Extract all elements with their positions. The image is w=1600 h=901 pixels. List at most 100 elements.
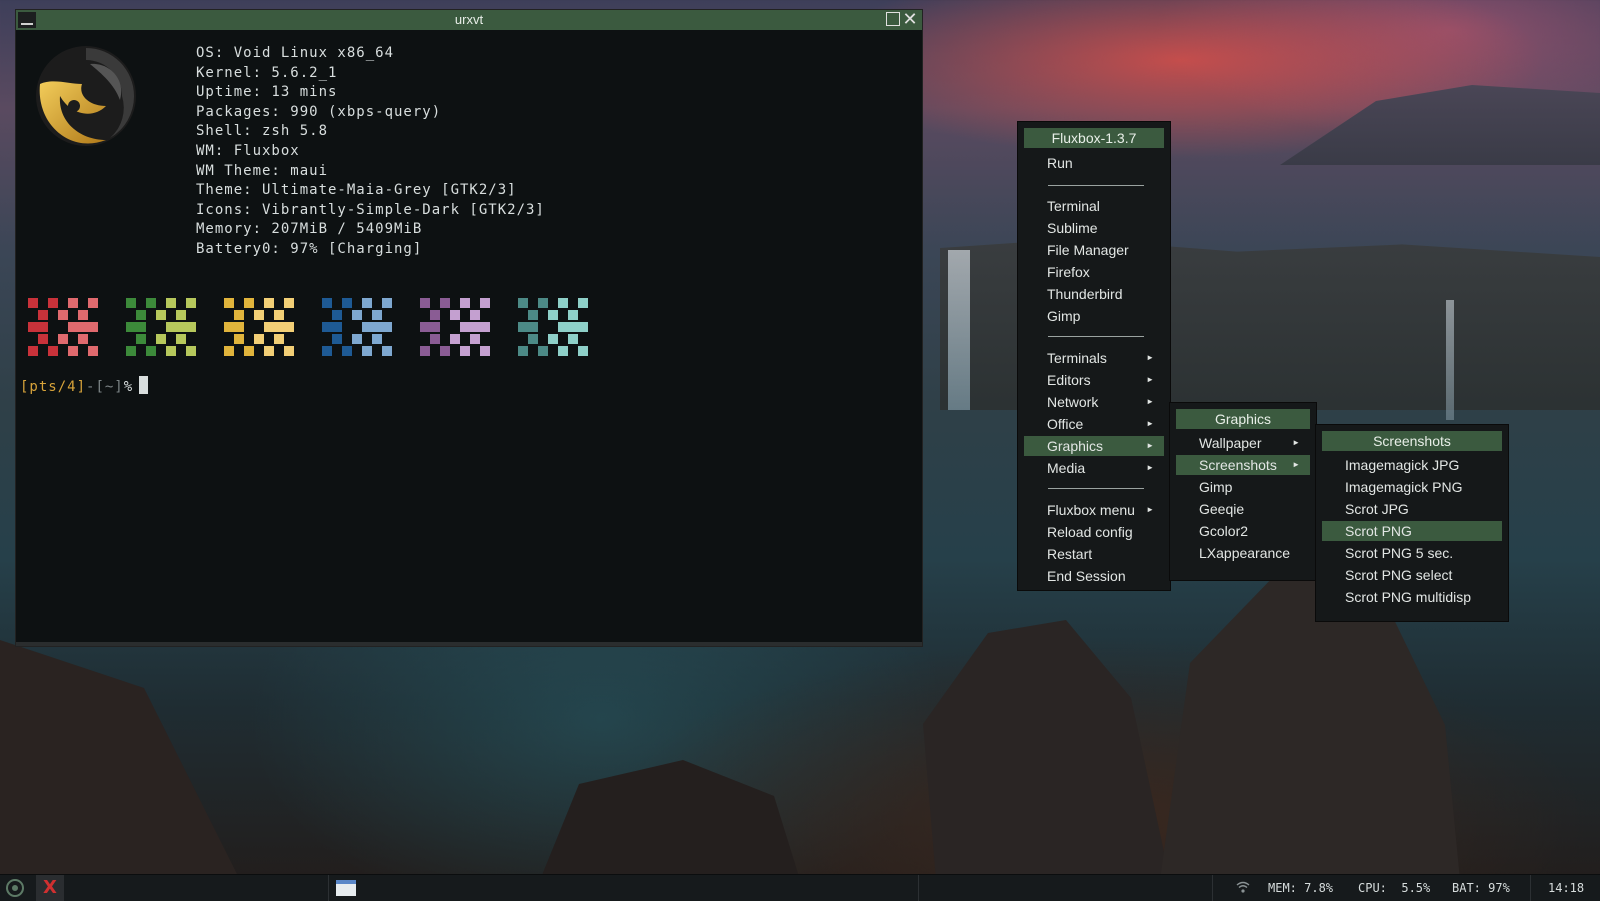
terminal-task-icon[interactable] [336,880,356,896]
color-swatch-cell [264,298,274,308]
color-swatch-cell [352,334,362,344]
menu-item-office[interactable]: Office ► [1024,414,1164,434]
menu-item-terminal[interactable]: Terminal [1024,196,1164,216]
color-swatch-cell [342,298,352,308]
color-swatch-cell [78,334,88,344]
menu-item-scrot-png[interactable]: Scrot PNG [1322,521,1502,541]
wallpaper-waterfall [948,250,970,410]
menu-item-terminals[interactable]: Terminals ► [1024,348,1164,368]
color-swatch-cell [460,298,470,308]
menu-item-imagemagick-jpg[interactable]: Imagemagick JPG [1322,455,1502,475]
info-line: Packages: 990 (xbps-query) [196,103,442,120]
color-swatch-cell [186,298,196,308]
color-swatch-cell [440,346,450,356]
color-swatch-cell [528,334,538,344]
color-swatch-cell [568,322,578,332]
color-swatch-cell [382,346,392,356]
color-swatch-cell [68,322,78,332]
shell-prompt[interactable]: [pts/4]-[~]% [20,376,149,395]
menu-item-lxappearance[interactable]: LXappearance [1176,543,1310,563]
color-swatch-cell [558,346,568,356]
x-workspace-icon[interactable]: X [36,875,64,901]
color-swatch-cell [372,334,382,344]
root-menu[interactable]: Fluxbox-1.3.7 Run Terminal Sublime File … [1018,122,1170,590]
color-swatch-cell [38,334,48,344]
prompt-tty: [pts/4] [20,379,87,395]
info-line: Kernel: 5.6.2_1 [196,64,338,81]
terminal-titlebar[interactable]: urxvt ✕ [16,10,922,30]
menu-item-label: Media [1047,460,1086,476]
submenu-arrow-icon: ► [1146,375,1154,384]
menu-item-sublime[interactable]: Sublime [1024,218,1164,238]
menu-item-end-session[interactable]: End Session [1024,566,1164,586]
menu-item-media[interactable]: Media ► [1024,458,1164,478]
color-swatch-cell [578,346,588,356]
info-line: Shell: zsh 5.8 [196,123,329,140]
root-menu-title: Fluxbox-1.3.7 [1024,128,1164,148]
screenshots-submenu[interactable]: Screenshots Imagemagick JPG Imagemagick … [1316,425,1508,621]
color-swatch [420,298,490,358]
menu-item-geeqie[interactable]: Geeqie [1176,499,1310,519]
color-swatch-cell [274,322,284,332]
menu-item-gcolor2[interactable]: Gcolor2 [1176,521,1310,541]
maximize-button[interactable] [886,12,900,26]
color-swatch-cell [88,322,98,332]
menu-item-firefox[interactable]: Firefox [1024,262,1164,282]
menu-item-screenshots[interactable]: Screenshots ► [1176,455,1310,475]
menu-item-file-manager[interactable]: File Manager [1024,240,1164,260]
menu-item-label: Wallpaper [1199,435,1262,451]
menu-item-gimp[interactable]: Gimp [1176,477,1310,497]
menu-item-scrot-png-5-sec[interactable]: Scrot PNG 5 sec. [1322,543,1502,563]
menu-item-scrot-png-multidisp[interactable]: Scrot PNG multidisp [1322,587,1502,607]
void-menu-icon[interactable] [6,879,24,897]
color-swatch-cell [234,310,244,320]
color-swatch-cell [58,310,68,320]
color-swatch-cell [78,322,88,332]
color-swatch-cell [28,346,38,356]
menu-item-run[interactable]: Run [1024,153,1164,173]
terminal-window[interactable]: urxvt ✕ OS: Void Linux x86_64 Kernel: 5.… [16,10,922,646]
graphics-submenu[interactable]: Graphics Wallpaper ► Screenshots ► Gimp Ge… [1170,403,1316,580]
menu-item-gimp[interactable]: Gimp [1024,306,1164,326]
color-swatch-cell [470,334,480,344]
menu-item-thunderbird[interactable]: Thunderbird [1024,284,1164,304]
menu-item-restart[interactable]: Restart [1024,544,1164,564]
menu-item-scrot-jpg[interactable]: Scrot JPG [1322,499,1502,519]
color-swatch-cell [284,322,294,332]
color-swatch-cell [450,310,460,320]
close-button[interactable]: ✕ [901,10,919,30]
menu-item-scrot-png-select[interactable]: Scrot PNG select [1322,565,1502,585]
color-swatch-cell [538,298,548,308]
color-swatch-cell [88,346,98,356]
submenu-arrow-icon: ► [1146,505,1154,514]
color-swatch-cell [322,298,332,308]
submenu-arrow-icon: ► [1292,460,1300,469]
prompt-symbol: % [123,379,134,395]
menu-item-network[interactable]: Network ► [1024,392,1164,412]
menu-item-reload-config[interactable]: Reload config [1024,522,1164,542]
window-resize-handle[interactable] [16,642,922,646]
color-swatch-cell [78,310,88,320]
color-swatch-cell [548,310,558,320]
menu-item-editors[interactable]: Editors ► [1024,370,1164,390]
color-swatch-cell [372,322,382,332]
color-swatch-cell [352,310,362,320]
menu-item-fluxbox-menu[interactable]: Fluxbox menu ► [1024,500,1164,520]
color-swatch-cell [166,322,176,332]
color-swatch-cell [68,298,78,308]
menu-item-label: Fluxbox menu [1047,502,1135,518]
terminal-content[interactable]: OS: Void Linux x86_64 Kernel: 5.6.2_1 Up… [16,30,922,642]
menu-item-wallpaper[interactable]: Wallpaper ► [1176,433,1310,453]
submenu-arrow-icon: ► [1146,441,1154,450]
color-swatch-cell [578,322,588,332]
color-swatch-cell [48,346,58,356]
color-swatch-cell [578,298,588,308]
menu-item-graphics[interactable]: Graphics ► [1024,436,1164,456]
color-swatch-cell [440,298,450,308]
color-swatch-cell [362,298,372,308]
color-swatch [518,298,588,358]
info-line: WM Theme: maui [196,162,329,179]
menu-item-imagemagick-png[interactable]: Imagemagick PNG [1322,477,1502,497]
graphics-submenu-title: Graphics [1176,409,1310,429]
submenu-arrow-icon: ► [1146,463,1154,472]
